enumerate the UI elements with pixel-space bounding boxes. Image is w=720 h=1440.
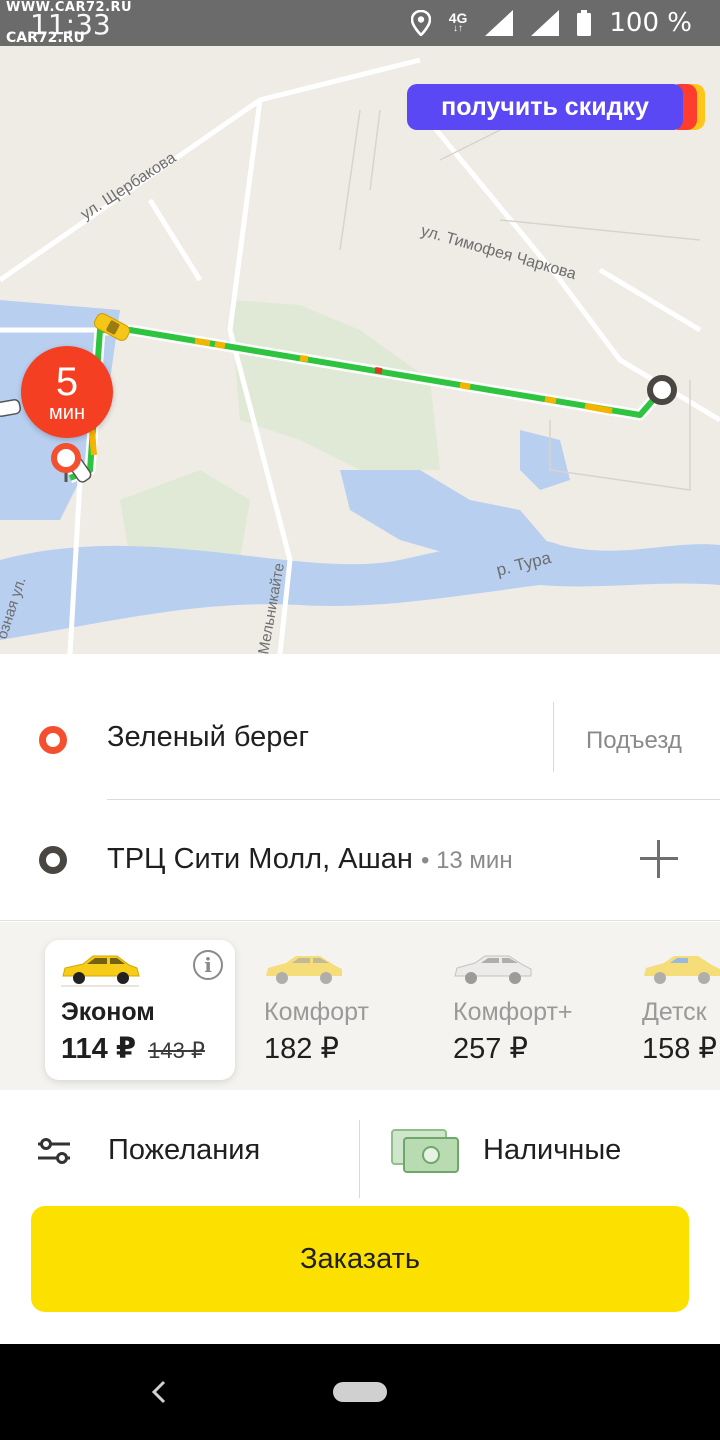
tariff-card-comfort[interactable]: Комфорт 182 ₽	[248, 940, 438, 1080]
tariff-card-comfort-plus[interactable]: Комфорт+ 257 ₽	[437, 940, 627, 1080]
tariff-price: 257 ₽	[453, 1033, 528, 1065]
back-icon[interactable]	[148, 1378, 170, 1406]
econom-car-icon	[61, 955, 140, 987]
order-sheet: Зеленый берег Подъезд ТРЦ Сити Молл, Аша…	[0, 654, 720, 1344]
street-label: ул. Щербакова	[78, 149, 179, 223]
order-options: Пожелания Наличные	[0, 1094, 720, 1198]
lake-area	[340, 470, 550, 560]
map-view[interactable]: ул. Щербакова ул. Тимофея Чаркова р. Тур…	[0, 46, 720, 654]
tariff-card-child[interactable]: Детск 158 ₽	[626, 940, 720, 1080]
tariff-price-value: 114 ₽	[61, 1033, 137, 1065]
lake-area	[520, 430, 570, 490]
tariff-name: Детск	[642, 998, 707, 1026]
network-type: 4G ↓↑	[449, 11, 468, 34]
home-pill-icon[interactable]	[333, 1382, 387, 1402]
comfort-plus-car-icon	[454, 955, 532, 984]
tariff-card-econom[interactable]: i Эконом 114 ₽ 143 ₽	[45, 940, 235, 1080]
tariff-name: Эконом	[61, 998, 155, 1026]
map-canvas: ул. Щербакова ул. Тимофея Чаркова р. Тур…	[0, 57, 720, 654]
wishes-button[interactable]: Пожелания	[108, 1134, 260, 1167]
info-icon[interactable]: i	[193, 950, 223, 980]
settings-sliders-icon	[38, 1138, 70, 1164]
payment-method-button[interactable]: Наличные	[483, 1134, 621, 1167]
eta-badge: 5 мин	[21, 346, 113, 438]
location-icon	[410, 10, 431, 36]
add-stop-icon[interactable]	[640, 840, 678, 878]
destination-dot-icon	[39, 846, 67, 874]
signal-icon	[531, 10, 560, 36]
tariff-price: 114 ₽ 143 ₽	[61, 1031, 205, 1066]
destination-address[interactable]: ТРЦ Сити Молл, Ашан • 13 мин	[107, 843, 513, 876]
promo-discount-button[interactable]: получить скидку	[407, 84, 705, 130]
child-car-icon	[644, 956, 720, 984]
divider	[359, 1120, 360, 1198]
pickup-dot-icon	[39, 726, 67, 754]
tariff-name: Комфорт+	[453, 998, 573, 1026]
battery-icon	[577, 10, 592, 36]
status-icons: 4G ↓↑ 100 %	[410, 6, 692, 40]
tariff-price: 182 ₽	[264, 1033, 339, 1065]
divider	[0, 920, 720, 921]
tariff-carousel[interactable]: i Эконом 114 ₽ 143 ₽ Комфорт 182 ₽ Комфо…	[0, 922, 720, 1090]
eta-unit: мин	[49, 402, 85, 424]
street-label: ул. Тимофея Чаркова	[419, 223, 578, 284]
battery-percent: 100 %	[609, 8, 692, 38]
entrance-field[interactable]: Подъезд	[586, 727, 682, 755]
promo-label: получить скидку	[407, 84, 683, 130]
divider	[553, 702, 554, 772]
destination-eta: • 13 мин	[421, 847, 513, 874]
watermark-bottom: CAR72.RU	[6, 30, 85, 46]
status-bar: WWW.CAR72.RU 11:33 CAR72.RU 4G ↓↑ 100 %	[0, 0, 720, 46]
comfort-car-icon	[266, 956, 342, 984]
navigation-bar	[0, 1344, 720, 1440]
eta-value: 5	[55, 360, 79, 404]
order-button[interactable]: Заказать	[31, 1206, 689, 1312]
tariff-price: 158 ₽	[642, 1033, 717, 1065]
tariff-old-price: 143 ₽	[148, 1038, 205, 1063]
tariff-name: Комфорт	[264, 998, 369, 1026]
signal-icon	[485, 10, 514, 36]
destination-label: ТРЦ Сити Молл, Ашан	[107, 843, 413, 875]
pickup-address[interactable]: Зеленый берег	[107, 721, 309, 754]
river-tura	[0, 538, 720, 640]
divider	[107, 799, 720, 800]
cash-icon	[391, 1129, 459, 1173]
destination-pin-icon	[647, 375, 677, 405]
